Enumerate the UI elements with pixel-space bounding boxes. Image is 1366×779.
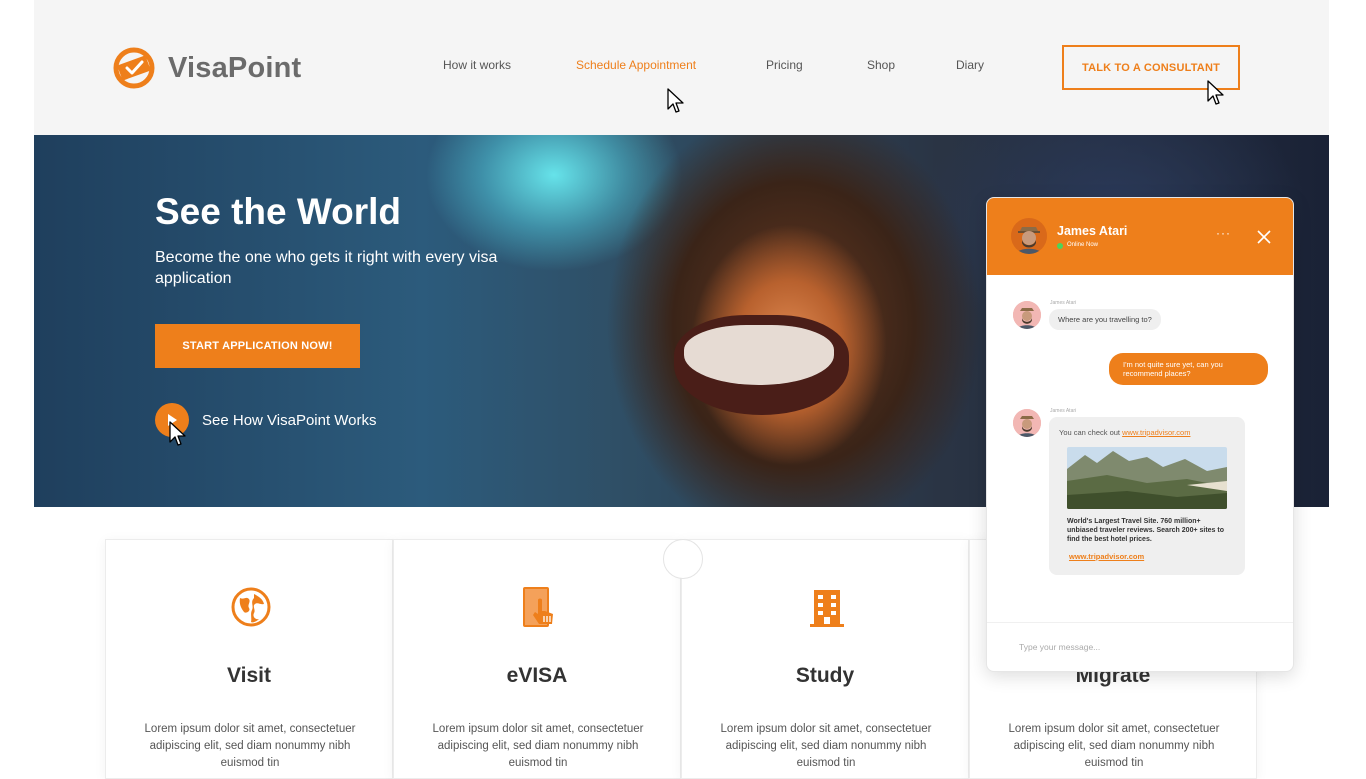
video-link-label: See How VisaPoint Works — [202, 411, 377, 429]
card-description: Lorem ipsum dolor sit amet, consectetuer… — [432, 723, 644, 769]
card-description: Lorem ipsum dolor sit amet, consectetuer… — [1008, 723, 1220, 769]
chat-agent-name: James Atari — [1057, 224, 1128, 238]
mouse-cursor-icon — [667, 88, 684, 113]
nav-item-schedule-appointment[interactable]: Schedule Appointment — [576, 58, 696, 72]
message-text: You can check out — [1059, 428, 1123, 437]
avatar — [1013, 409, 1041, 437]
hero-subtitle: Become the one who gets it right with ev… — [155, 249, 498, 287]
chat-message: You can check out www.tripadvisor.com — [1059, 428, 1190, 437]
card-divider-ornament — [663, 539, 703, 579]
phone-tap-icon — [523, 587, 553, 627]
more-options-icon[interactable]: ··· — [1216, 226, 1231, 240]
chat-header: James Atari Online Now ··· — [987, 198, 1293, 275]
service-card-evisa[interactable]: eVISA Lorem ipsum dolor sit amet, consec… — [393, 539, 681, 779]
chat-input-bar — [987, 622, 1293, 671]
building-icon — [810, 590, 844, 627]
close-icon[interactable] — [1257, 230, 1271, 244]
chat-agent-status: Online Now — [1067, 242, 1099, 248]
card-description: Lorem ipsum dolor sit amet, consectetuer… — [720, 723, 932, 769]
nav-item-shop[interactable]: Shop — [867, 58, 895, 72]
mouse-cursor-icon — [169, 421, 186, 446]
card-title: eVISA — [506, 664, 568, 687]
chat-message: Where are you travelling to? — [1049, 309, 1161, 330]
globe-icon — [231, 587, 271, 627]
video-link[interactable]: See How VisaPoint Works — [155, 403, 377, 437]
nav-item-how-it-works[interactable]: How it works — [443, 58, 511, 72]
logo-icon — [113, 47, 155, 89]
card-title: Visit — [227, 664, 271, 687]
logo[interactable]: VisaPoint — [112, 46, 301, 90]
avatar-icon — [1011, 218, 1047, 254]
service-card-visit[interactable]: Visit Lorem ipsum dolor sit amet, consec… — [105, 539, 393, 779]
avatar — [1013, 301, 1041, 329]
nav-item-diary[interactable]: Diary — [956, 58, 984, 72]
service-card-study[interactable]: Study Lorem ipsum dolor sit amet, consec… — [681, 539, 969, 779]
card-title: Study — [795, 664, 855, 687]
chat-message-link-preview: You can check out www.tripadvisor.com Wo… — [1049, 417, 1245, 575]
tripadvisor-link[interactable]: www.tripadvisor.com — [1122, 428, 1190, 437]
card-description: Lorem ipsum dolor sit amet, consectetuer… — [144, 723, 356, 769]
avatar-icon — [1013, 409, 1041, 437]
hero-title: See the World — [155, 191, 402, 232]
brand-name: VisaPoint — [168, 51, 302, 84]
online-status-dot — [1057, 243, 1063, 249]
mouse-cursor-icon — [1207, 80, 1224, 105]
nav-item-pricing[interactable]: Pricing — [766, 58, 803, 72]
link-preview-url[interactable]: www.tripadvisor.com — [1069, 552, 1144, 561]
message-sender: James Atari — [1050, 408, 1077, 414]
header: VisaPoint How it works Schedule Appointm… — [34, 0, 1329, 135]
avatar-icon — [1013, 301, 1041, 329]
chat-message-outgoing: I'm not quite sure yet, can you recommen… — [1109, 353, 1268, 385]
avatar — [1011, 218, 1047, 254]
hero-photo-detail — [684, 325, 834, 385]
start-application-button[interactable]: START APPLICATION NOW! — [155, 324, 360, 368]
chat-message-input[interactable] — [1019, 640, 1259, 654]
link-preview-description: World's Largest Travel Site. 760 million… — [1067, 518, 1225, 543]
chat-widget: James Atari Online Now ··· James Atari W… — [986, 197, 1294, 672]
link-preview-image — [1067, 447, 1227, 509]
message-sender: James Atari — [1050, 300, 1077, 306]
